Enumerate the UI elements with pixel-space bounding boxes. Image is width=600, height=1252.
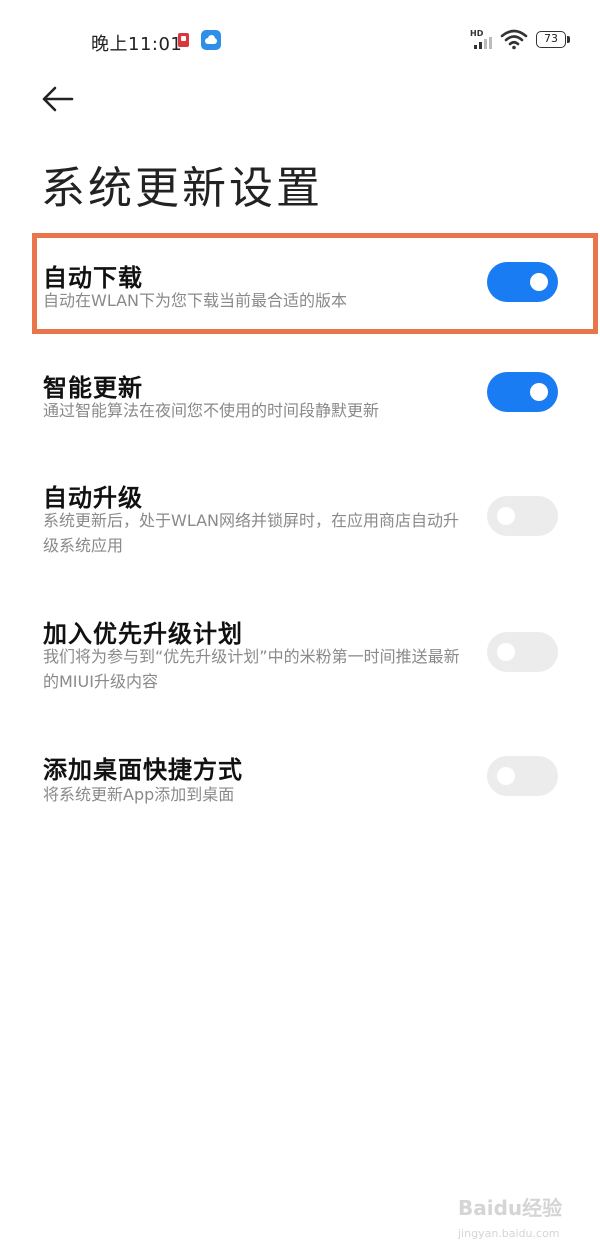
battery-cap-icon (567, 36, 570, 43)
setting-item-smart-update[interactable]: 智能更新 通过智能算法在夜间您不使用的时间段静默更新 (0, 360, 600, 440)
toggle-knob (497, 643, 515, 661)
notification-app-icon (178, 33, 189, 47)
toggle-knob (497, 507, 515, 525)
back-button[interactable] (40, 84, 80, 116)
cloud-notification-icon (201, 30, 221, 50)
smart-update-toggle[interactable] (487, 372, 558, 412)
status-bar: 晚上11:01 HD 73 (0, 0, 600, 80)
setting-description: 我们将为参与到“优先升级计划”中的米粉第一时间推送最新的MIUI升级内容 (43, 647, 460, 691)
toggle-knob (497, 767, 515, 785)
setting-description: 系统更新后，处于WLAN网络并锁屏时，在应用商店自动升级系统应用 (43, 511, 460, 555)
auto-upgrade-toggle[interactable] (487, 496, 558, 536)
setting-item-auto-upgrade[interactable]: 自动升级 系统更新后，处于WLAN网络并锁屏时，在应用商店自动升级系统应用 (0, 470, 600, 570)
setting-item-auto-download[interactable]: 自动下载 自动在WLAN下为您下载当前最合适的版本 (0, 250, 600, 330)
auto-download-toggle[interactable] (487, 262, 558, 302)
toggle-knob (530, 273, 548, 291)
status-time: 晚上11:01 (91, 34, 183, 55)
battery-indicator: 73 (536, 31, 566, 48)
wifi-icon (500, 29, 528, 50)
setting-description: 将系统更新App添加到桌面 (43, 785, 235, 804)
setting-item-desktop-shortcut[interactable]: 添加桌面快捷方式 将系统更新App添加到桌面 (0, 742, 600, 822)
setting-title: 添加桌面快捷方式 (43, 756, 243, 784)
signal-strength-icon (474, 37, 494, 49)
back-arrow-icon (42, 86, 74, 112)
priority-upgrade-toggle[interactable] (487, 632, 558, 672)
baidu-watermark: Baidu经验 (458, 1196, 563, 1220)
baidu-watermark-url: jingyan.baidu.com (458, 1227, 560, 1240)
setting-description: 自动在WLAN下为您下载当前最合适的版本 (43, 291, 348, 310)
page-title: 系统更新设置 (41, 163, 323, 214)
setting-description: 通过智能算法在夜间您不使用的时间段静默更新 (43, 401, 380, 420)
desktop-shortcut-toggle[interactable] (487, 756, 558, 796)
toggle-knob (530, 383, 548, 401)
setting-item-priority-upgrade[interactable]: 加入优先升级计划 我们将为参与到“优先升级计划”中的米粉第一时间推送最新的MIU… (0, 606, 600, 706)
